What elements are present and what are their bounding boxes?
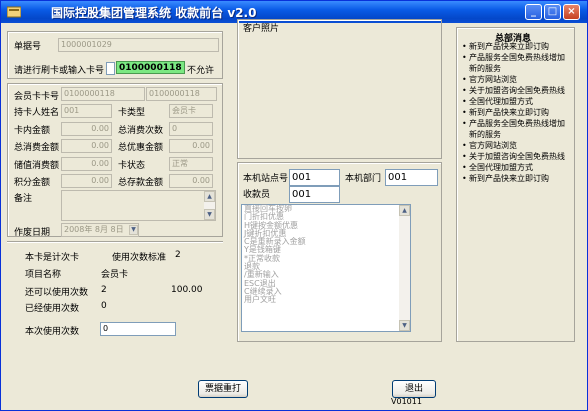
status-bar: V01011 — [1, 397, 587, 410]
total-consume-count-label: 总消费次数 — [118, 126, 164, 136]
photo-label: 客户照片 — [243, 24, 280, 34]
exit-button[interactable]: 退出 — [392, 380, 436, 398]
close-button[interactable]: × — [563, 4, 580, 20]
points-field: 0.00 — [61, 174, 112, 188]
shortcut-list[interactable]: 直接回车按卵 门折扣优惠 H键按金额优惠 J键折扣优惠 C是重新录入金额 Y是钱箱键 *正常… — [241, 204, 411, 332]
cashier-field[interactable]: 001 — [289, 186, 340, 203]
used-value: 0 — [101, 301, 107, 311]
holder-field: 001 — [61, 104, 112, 118]
swipe-small-field[interactable] — [106, 62, 115, 75]
total-deposit-label: 总存款金额 — [118, 178, 164, 188]
total-discount-field: 0.00 — [169, 139, 213, 153]
total-consume-amount-label: 总消费金额 — [14, 143, 60, 153]
this-use-label: 本次使用次数 — [25, 327, 80, 337]
count-card-notice: 本卡是计次卡 — [25, 253, 80, 263]
maximize-button[interactable]: □ — [544, 4, 561, 20]
points-label: 积分金额 — [14, 178, 51, 188]
app-icon — [7, 6, 21, 18]
reprint-button[interactable]: 票据重打 — [198, 380, 248, 398]
window-title: 国际控股集团管理系统 收款前台 v2.0 — [51, 6, 257, 20]
op-date-label: 作废日期 — [14, 228, 51, 238]
item-name-label: 项目名称 — [25, 270, 62, 280]
remaining-value: 2 — [101, 285, 107, 295]
swipe-label: 请进行刷卡或输入卡号 — [14, 66, 105, 76]
dept-label: 本机部门 — [345, 174, 382, 184]
news-item[interactable]: 新到产品快来立即订购 — [462, 41, 572, 52]
cashier-label: 收款员 — [243, 190, 271, 200]
version-label: V01011 — [391, 397, 422, 406]
news-item[interactable]: 产品服务全国免费热线增加新的服务 — [462, 52, 572, 74]
member-card-label: 会员卡卡号 — [14, 92, 60, 102]
op-date-field[interactable]: 2008年 8月 8日 — [61, 223, 139, 237]
station-field[interactable]: 001 — [289, 169, 340, 186]
scroll-down-icon[interactable]: ▼ — [204, 209, 215, 220]
remarks-label: 备注 — [14, 194, 33, 204]
card-type-field: 会员卡 — [169, 104, 213, 118]
total-consume-count-field: 0 — [169, 122, 213, 136]
shortcut-item[interactable]: *正常收款 — [242, 254, 410, 263]
news-item[interactable]: 关于加盟咨询全国免费热线 — [462, 85, 572, 96]
card-status-field: 正常 — [169, 157, 213, 171]
scroll-down-icon[interactable]: ▼ — [399, 320, 410, 331]
news-item[interactable]: 产品服务全国免费热线增加新的服务 — [462, 118, 572, 140]
stored-consume-label: 储值消费额 — [14, 161, 60, 171]
shortcut-scrollbar[interactable]: ▲ ▼ — [399, 205, 410, 331]
news-item[interactable]: 新到产品快来立即订购 — [462, 173, 572, 184]
item-name-value: 会员卡 — [101, 270, 129, 280]
minimize-button[interactable]: _ — [525, 4, 542, 20]
ticket-no-label: 单据号 — [14, 42, 42, 52]
news-item[interactable]: 全国代理加盟方式 — [462, 162, 572, 173]
scroll-up-icon[interactable]: ▲ — [399, 205, 410, 216]
news-item[interactable]: 关于加盟咨询全国免费热线 — [462, 151, 572, 162]
balance-label: 卡内金额 — [14, 126, 51, 136]
card-status-label: 卡状态 — [118, 161, 146, 171]
remaining-label: 还可以使用次数 — [25, 288, 89, 298]
photo-panel — [237, 19, 442, 159]
total-deposit-field: 0.00 — [169, 174, 213, 188]
total-discount-label: 总优惠金额 — [118, 143, 164, 153]
news-item[interactable]: 新到产品快来立即订购 — [462, 107, 572, 118]
member-card-field-1: 0100000118 — [61, 87, 145, 101]
news-item[interactable]: 全国代理加盟方式 — [462, 96, 572, 107]
ticket-no-field: 1000001029 — [58, 38, 219, 52]
scroll-up-icon[interactable]: ▲ — [204, 191, 215, 202]
main-window: 国际控股集团管理系统 收款前台 v2.0 _ □ × 单据号 100000102… — [0, 0, 588, 411]
remaining-amount: 100.00 — [171, 285, 203, 295]
count-card-divider — [7, 241, 223, 243]
date-dropdown-icon[interactable]: ▼ — [129, 225, 138, 235]
card-type-label: 卡类型 — [118, 108, 146, 118]
swipe-card-input[interactable]: 0100000118 — [116, 61, 185, 74]
swipe-status: 不允许 — [187, 66, 215, 76]
std-value: 2 — [175, 250, 181, 260]
balance-field: 0.00 — [61, 122, 112, 136]
std-label: 使用次数标准 — [112, 253, 167, 263]
station-label: 本机站点号 — [243, 174, 289, 184]
used-label: 已经使用次数 — [25, 304, 80, 314]
news-list: 新到产品快来立即订购产品服务全国免费热线增加新的服务官方网站浏览关于加盟咨询全国… — [462, 41, 572, 184]
news-item[interactable]: 官方网站浏览 — [462, 140, 572, 151]
stored-consume-field: 0.00 — [61, 157, 112, 171]
member-card-field-2: 0100000118 — [146, 87, 217, 101]
remarks-scrollbar[interactable]: ▲ ▼ — [204, 191, 215, 220]
total-consume-amount-field: 0.00 — [61, 139, 112, 153]
remarks-field[interactable] — [61, 190, 216, 221]
news-item[interactable]: 官方网站浏览 — [462, 74, 572, 85]
shortcut-item[interactable]: 用户文旺 — [242, 295, 410, 304]
dept-field[interactable]: 001 — [385, 169, 438, 186]
holder-label: 持卡人姓名 — [14, 108, 60, 118]
this-use-input[interactable]: 0 — [100, 322, 176, 336]
